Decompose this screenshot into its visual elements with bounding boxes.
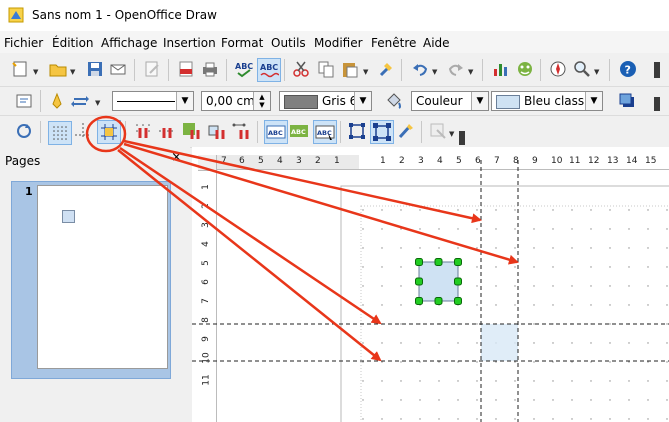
page-margin-area — [360, 205, 669, 422]
annotation-circle — [85, 115, 127, 153]
snap-cell-highlight — [481, 324, 518, 361]
canvas-overlay — [85, 115, 669, 422]
selected-rectangle[interactable] — [418, 261, 459, 302]
